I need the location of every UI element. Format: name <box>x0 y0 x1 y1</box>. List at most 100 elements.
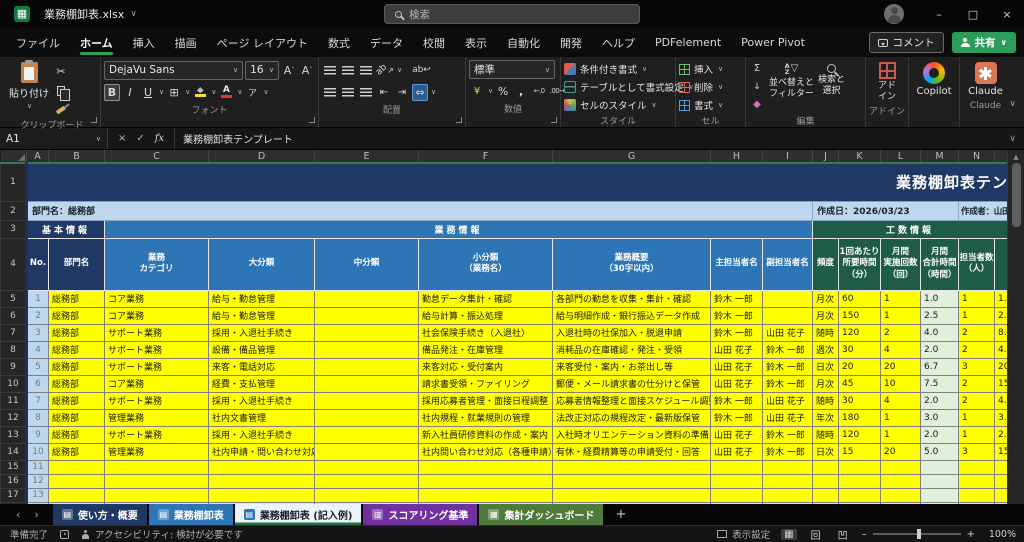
cell[interactable] <box>48 473 105 489</box>
cell[interactable] <box>762 306 813 325</box>
row-header[interactable]: 16 <box>0 473 27 489</box>
scrollbar-thumb[interactable] <box>1011 163 1021 227</box>
cell[interactable]: 鈴木 一郎 <box>710 391 763 410</box>
cell[interactable] <box>812 459 839 475</box>
cell[interactable] <box>314 408 419 427</box>
cell[interactable]: 10 <box>880 374 921 393</box>
cell[interactable]: 総務部 <box>48 357 105 376</box>
cell[interactable]: 総務部 <box>48 391 105 410</box>
cell[interactable] <box>838 473 881 489</box>
cell[interactable] <box>762 459 813 475</box>
format-cells-button[interactable]: 書式 ∨ <box>679 96 742 114</box>
cell[interactable]: 20.0 <box>994 357 1007 376</box>
menu-tab-10[interactable]: 開発 <box>550 28 592 57</box>
cell[interactable]: 設備・備品管理 <box>208 340 315 359</box>
cell[interactable] <box>838 487 881 503</box>
column-letter-D[interactable]: D <box>208 150 315 164</box>
document-title[interactable]: 業務棚卸表.xlsx <box>44 6 124 22</box>
cell[interactable] <box>314 459 419 475</box>
cell[interactable] <box>880 487 921 503</box>
cell[interactable] <box>48 459 105 475</box>
cell[interactable]: 1 <box>880 408 921 427</box>
menu-tab-8[interactable]: 表示 <box>455 28 497 57</box>
cell[interactable]: 3.0 <box>994 408 1007 427</box>
align-left-button[interactable] <box>322 84 338 101</box>
cell[interactable]: 有休・経費精算等の申請受付・回答 <box>552 442 711 461</box>
menu-tab-7[interactable]: 校閲 <box>413 28 455 57</box>
cell[interactable]: サポート業務 <box>104 391 209 410</box>
sheet-tab-2[interactable]: ▤ 業務棚卸表 (記入例) <box>234 504 362 525</box>
cell[interactable]: 鈴木 一郎 <box>710 323 763 342</box>
close-button[interactable]: × <box>990 0 1024 28</box>
cell[interactable] <box>314 442 419 461</box>
cell[interactable]: 8 <box>25 408 49 427</box>
cell[interactable]: 山田 花子 <box>762 391 813 410</box>
column-header[interactable]: 大分類 <box>208 237 315 291</box>
menu-tab-6[interactable]: データ <box>360 28 413 57</box>
cell[interactable]: コア業務 <box>104 374 209 393</box>
cell[interactable]: 1.0 <box>920 289 959 308</box>
cell[interactable]: 月次 <box>812 306 839 325</box>
align-middle-button[interactable] <box>340 62 356 79</box>
macro-record-icon[interactable] <box>60 529 70 539</box>
cell[interactable] <box>314 289 419 308</box>
orientation-button[interactable]: ab ↗ <box>374 62 394 79</box>
align-right-button[interactable] <box>358 84 374 101</box>
cell[interactable]: 13 <box>25 487 49 503</box>
cell[interactable]: 4.0 <box>994 391 1007 410</box>
column-letter-J[interactable]: J <box>812 150 839 164</box>
find-select-button[interactable]: 検索と 選択 <box>818 60 845 113</box>
cell[interactable]: 月次 <box>812 374 839 393</box>
cell[interactable]: 年次 <box>812 408 839 427</box>
cell[interactable]: 4 <box>880 340 921 359</box>
zoom-slider[interactable]: – + <box>862 529 975 540</box>
decrease-font-size-button[interactable]: Aˇ <box>299 62 315 79</box>
cell[interactable] <box>208 473 315 489</box>
cell[interactable]: 消耗品の在庫確認・発注・受領 <box>552 340 711 359</box>
row-header[interactable]: 10 <box>0 374 27 393</box>
clipboard-dialog-launcher-icon[interactable] <box>91 117 97 123</box>
cell[interactable] <box>314 487 419 503</box>
cell[interactable]: 4.0 <box>920 323 959 342</box>
cell[interactable]: 20 <box>880 442 921 461</box>
cell[interactable] <box>920 487 959 503</box>
cell[interactable]: 採用・入退社手続き <box>208 425 315 444</box>
cell[interactable]: 2.0 <box>994 425 1007 444</box>
cell[interactable]: 鈴木 一郎 <box>710 289 763 308</box>
wrap-text-button[interactable]: ab ↩ <box>412 62 431 79</box>
cell[interactable]: 2 <box>25 306 49 325</box>
cell[interactable]: 2.0 <box>920 340 959 359</box>
cell[interactable] <box>762 487 813 503</box>
cell[interactable]: 備品発注・在庫管理 <box>418 340 553 359</box>
cell[interactable] <box>762 289 813 308</box>
sheet-tab-4[interactable]: ▦ 集計ダッシュボード <box>479 504 604 525</box>
cell[interactable]: 150 <box>838 306 881 325</box>
claude-button[interactable]: Claude <box>963 60 1008 98</box>
maximize-button[interactable]: □ <box>956 0 990 28</box>
cell[interactable]: 2 <box>958 323 995 342</box>
column-header[interactable]: 業務概要 （30字以内） <box>552 237 711 291</box>
cell[interactable]: 鈴木 一郎 <box>762 442 813 461</box>
cell[interactable] <box>314 473 419 489</box>
cell[interactable]: 1 <box>958 289 995 308</box>
cell[interactable] <box>314 306 419 325</box>
add-sheet-button[interactable]: + <box>603 504 638 525</box>
cell[interactable] <box>812 473 839 489</box>
column-letter-E[interactable]: E <box>314 150 419 164</box>
row-header[interactable]: 6 <box>0 306 27 325</box>
column-header[interactable]: 担当者数 （人） <box>958 237 995 291</box>
row-header[interactable]: 17 <box>0 487 27 503</box>
cell[interactable] <box>812 487 839 503</box>
cell[interactable]: 鈴木 一郎 <box>762 425 813 444</box>
cell[interactable]: 鈴木 一郎 <box>762 374 813 393</box>
cell[interactable]: 山田 花子 <box>762 323 813 342</box>
cell[interactable]: 1 <box>25 289 49 308</box>
cell[interactable]: 来客・電話対応 <box>208 357 315 376</box>
sheet-tab-1[interactable]: ▤ 業務棚卸表 <box>148 504 233 525</box>
cell[interactable]: 15 <box>838 442 881 461</box>
cell[interactable]: 3.0 <box>920 408 959 427</box>
cell[interactable]: 180 <box>838 408 881 427</box>
share-button[interactable]: 共有 ∨ <box>951 32 1016 53</box>
expand-formula-bar-icon[interactable]: ∨ <box>1009 128 1024 149</box>
cell[interactable]: 社会保険手続き（入退社） <box>418 323 553 342</box>
